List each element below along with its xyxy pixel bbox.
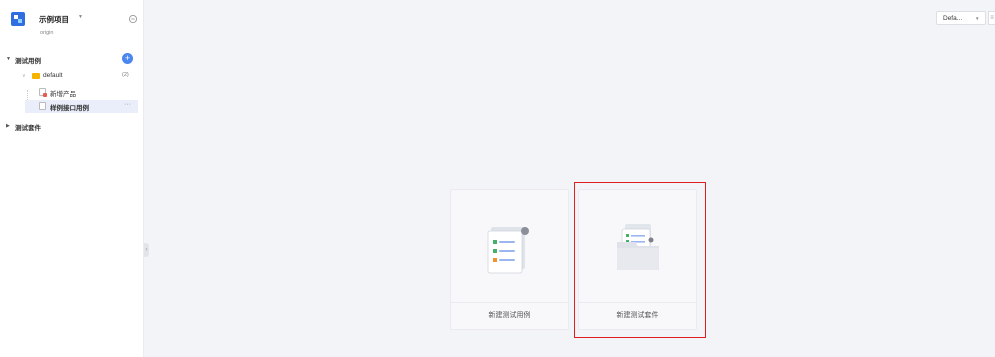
caret-down-icon[interactable]: ▼ (6, 56, 11, 62)
chevron-down-icon: ▼ (975, 16, 980, 21)
folder-icon (32, 73, 40, 79)
sidebar: 示例项目 ▼ origin ▼ 测试用例 + ∨ default (2) 新增产… (0, 0, 144, 357)
new-test-case-card[interactable]: 新建测试用例 (450, 189, 569, 330)
tree-item-new-product[interactable]: 新增产品 (0, 86, 144, 99)
folder-label: default (43, 72, 63, 79)
test-cases-label: 测试用例 (15, 58, 41, 65)
test-suites-label: 测试套件 (15, 125, 41, 132)
tree-node-default-folder[interactable]: ∨ default (2) (0, 70, 144, 83)
card-label: 新建测试用例 (451, 302, 568, 329)
project-branch: origin (40, 30, 54, 36)
collapse-sidebar-handle[interactable]: ‹ (144, 243, 149, 257)
folder-count: (2) (122, 72, 129, 78)
test-case-illustration-icon (487, 227, 529, 274)
caret-right-icon[interactable]: ▶ (6, 123, 10, 129)
add-icon[interactable]: + (122, 53, 133, 64)
tree-node-test-suites[interactable]: ▶ 测试套件 (0, 120, 144, 133)
tree-node-test-cases[interactable]: ▼ 测试用例 + (0, 53, 144, 66)
chevron-down-icon[interactable]: ∨ (22, 73, 26, 79)
toolbar-overflow-button[interactable]: ≡ (988, 11, 995, 25)
tree-item-label: 样例接口用例 (50, 105, 89, 112)
tree-item-label: 新增产品 (50, 91, 76, 98)
tree-item-sample-case[interactable]: 样例接口用例 ··· (25, 100, 138, 113)
highlight-box (574, 182, 706, 338)
more-icon[interactable]: ··· (124, 101, 131, 108)
case-icon (39, 102, 46, 110)
project-name[interactable]: 示例项目 (39, 14, 69, 25)
environment-select-value: Defa... (943, 15, 963, 22)
chevron-down-icon[interactable]: ▼ (78, 14, 83, 20)
settings-icon[interactable] (128, 14, 138, 24)
api-case-icon (39, 88, 47, 97)
project-logo-icon (11, 12, 25, 26)
project-header[interactable]: 示例项目 ▼ origin (0, 0, 144, 48)
environment-select[interactable]: Defa... ▼ (936, 11, 986, 25)
